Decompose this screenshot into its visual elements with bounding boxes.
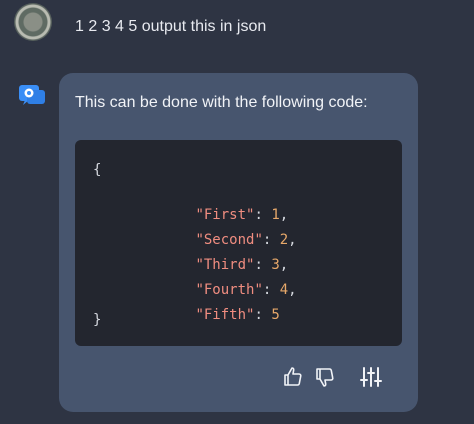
code-line: "Third": 3, <box>128 235 288 273</box>
chat-page: 1 2 3 4 5 output this in json This can b… <box>0 0 474 424</box>
code-line: "First": 1, <box>128 185 288 223</box>
code-close-brace: } <box>93 312 102 328</box>
user-message: 1 2 3 4 5 output this in json <box>75 18 267 35</box>
code-line: "Fourth": 4, <box>128 260 296 298</box>
user-message-row: 1 2 3 4 5 output this in json <box>0 0 474 62</box>
json-value: 5 <box>271 307 280 323</box>
assistant-message-bubble: This can be done with the following code… <box>59 73 418 412</box>
json-comma: , <box>288 232 297 248</box>
code-line: "Fifth": 5 <box>128 285 279 323</box>
json-key: "Fifth" <box>195 307 255 323</box>
sliders-icon[interactable] <box>359 365 383 389</box>
message-actions <box>281 365 391 389</box>
code-block[interactable]: { "First": 1, "Second": 2, "Third": 3, "… <box>75 140 402 346</box>
assistant-intro-text: This can be done with the following code… <box>75 94 368 111</box>
code-line: "Second": 2, <box>128 210 296 248</box>
code-open-brace: { <box>93 162 102 178</box>
bot-chat-icon <box>19 85 45 105</box>
thumbs-down-icon[interactable] <box>313 365 337 389</box>
json-colon: : <box>254 307 272 323</box>
json-comma: , <box>288 282 297 298</box>
thumbs-up-icon[interactable] <box>281 365 305 389</box>
avatar <box>14 3 52 41</box>
json-value: 4 <box>279 282 289 298</box>
